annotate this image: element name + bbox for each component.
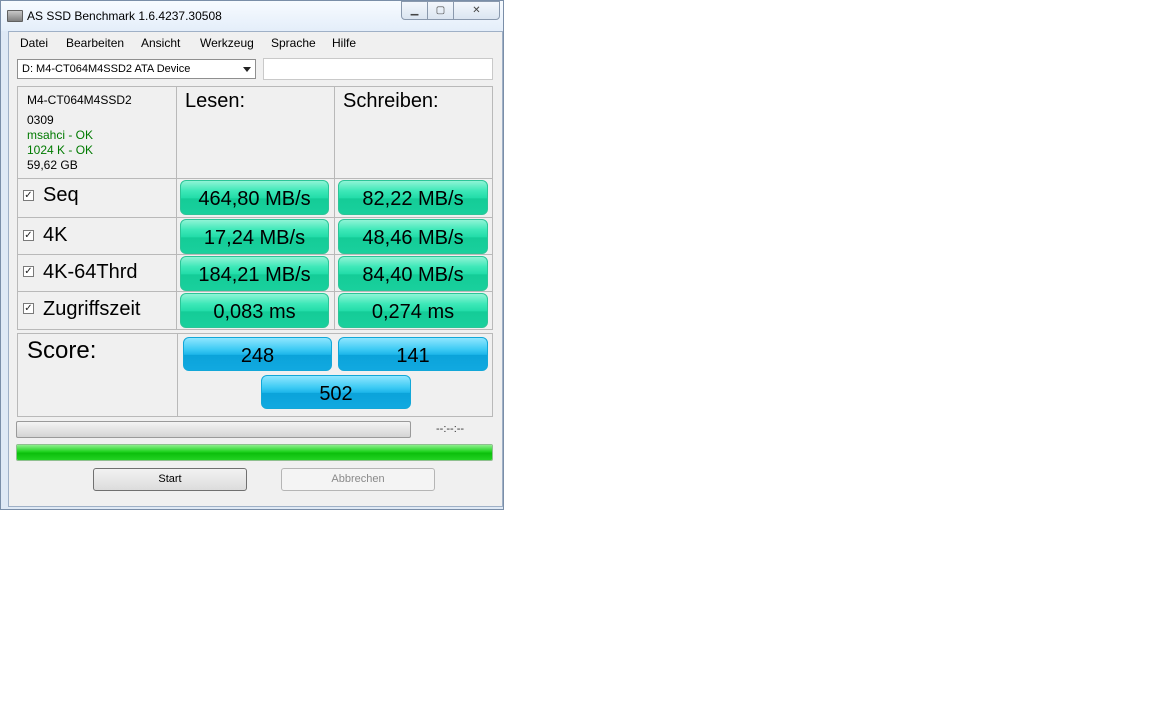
maximize-button[interactable]: ▢ — [427, 1, 454, 20]
drive-firmware: 0309 — [27, 113, 54, 127]
4k-64thrd-checkbox[interactable]: ✓ — [23, 266, 34, 277]
device-select-value: D: M4-CT064M4SSD2 ATA Device — [22, 63, 191, 75]
4k-checkbox[interactable]: ✓ — [23, 230, 34, 241]
4k-64thrd-read-value: 184,21 MB/s — [180, 256, 329, 291]
row-label-zugriffszeit: Zugriffszeit — [43, 298, 141, 320]
score-read-value: 248 — [183, 337, 332, 371]
menu-datei[interactable]: Datei — [20, 36, 48, 50]
zugriffszeit-checkbox[interactable]: ✓ — [23, 303, 34, 314]
alignment-status: 1024 K - OK — [27, 143, 94, 157]
4k-64thrd-write-value: 84,40 MB/s — [338, 256, 488, 291]
close-button[interactable]: ✕ — [453, 1, 500, 20]
4k-write-value: 48,46 MB/s — [338, 219, 488, 254]
drive-model: M4-CT064M4SSD2 — [27, 93, 132, 107]
app-icon — [7, 10, 23, 22]
score-write-value: 141 — [338, 337, 488, 371]
device-select[interactable]: D: M4-CT064M4SSD2 ATA Device — [17, 59, 256, 79]
menu-bearbeiten[interactable]: Bearbeiten — [66, 36, 124, 50]
menu-sprache[interactable]: Sprache — [271, 36, 316, 50]
zugriffszeit-write-value: 0,274 ms — [338, 293, 488, 328]
start-button[interactable]: Start — [93, 468, 247, 491]
4k-read-value: 17,24 MB/s — [180, 219, 329, 254]
cancel-button[interactable]: Abbrechen — [281, 468, 435, 491]
chevron-down-icon — [243, 67, 251, 72]
minimize-button[interactable]: ▁ — [401, 1, 428, 20]
zugriffszeit-read-value: 0,083 ms — [180, 293, 329, 328]
row-label-seq: Seq — [43, 184, 79, 206]
row-label-4k: 4K — [43, 224, 68, 246]
menu-hilfe[interactable]: Hilfe — [332, 36, 356, 50]
drive-capacity: 59,62 GB — [27, 158, 78, 172]
menu-werkzeug[interactable]: Werkzeug — [200, 36, 254, 50]
read-column-header: Lesen: — [185, 90, 246, 112]
overall-progress-fill — [17, 445, 492, 460]
score-total-value: 502 — [261, 375, 411, 409]
title-bar[interactable]: AS SSD Benchmark 1.6.4237.30508 ▁ ▢ ✕ — [1, 1, 503, 31]
row-label-cell — [17, 217, 177, 255]
row-label-4k-64thrd: 4K-64Thrd — [43, 261, 138, 283]
window-controls: ▁ ▢ ✕ — [401, 1, 501, 21]
write-column-header: Schreiben: — [343, 90, 439, 112]
score-label: Score: — [27, 337, 97, 364]
driver-status: msahci - OK — [27, 128, 94, 142]
test-progress-bar — [16, 421, 411, 438]
menu-ansicht[interactable]: Ansicht — [141, 36, 180, 50]
seq-read-value: 464,80 MB/s — [180, 180, 329, 215]
info-field[interactable] — [263, 58, 493, 80]
overall-progress-bar — [16, 444, 493, 461]
seq-write-value: 82,22 MB/s — [338, 180, 488, 215]
row-label-cell — [17, 178, 177, 218]
seq-checkbox[interactable]: ✓ — [23, 190, 34, 201]
desktop-edge — [504, 0, 508, 510]
window-title: AS SSD Benchmark 1.6.4237.30508 — [27, 9, 222, 23]
elapsed-time: --:--:-- — [436, 423, 465, 435]
